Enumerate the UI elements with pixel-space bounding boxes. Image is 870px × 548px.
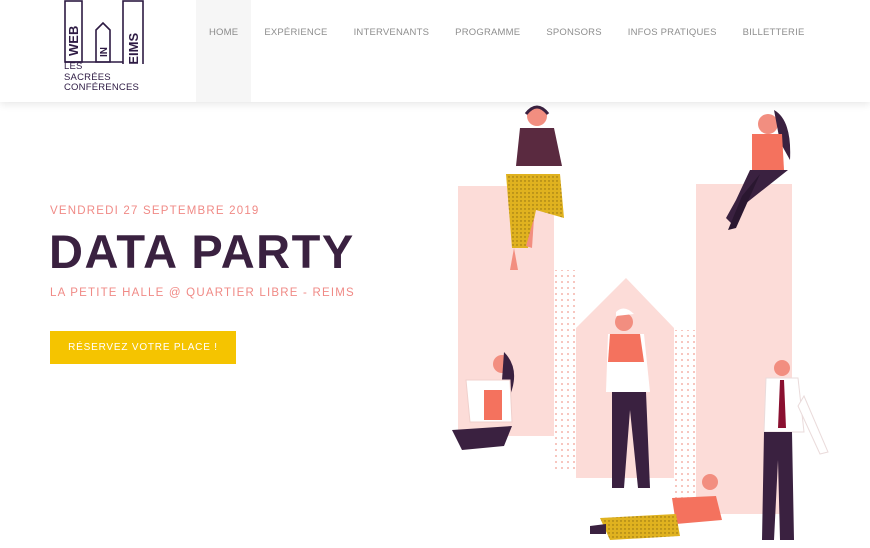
event-title: DATA PARTY — [49, 225, 355, 278]
reserve-place-button[interactable]: RÉSERVEZ VOTRE PLACE ! — [50, 331, 236, 364]
logo-word-reims: REIMS — [126, 33, 141, 65]
event-venue: LA PETITE HALLE @ QUARTIER LIBRE - REIMS — [50, 287, 355, 299]
event-date: VENDREDI 27 SEPTEMBRE 2019 — [50, 205, 260, 217]
site-header: WEB IN REIMS LES SACRÉES CONFÉRENCES HOM… — [0, 0, 870, 102]
people-on-bars-illustration — [452, 105, 829, 540]
nav-item-programme[interactable]: PROGRAMME — [442, 0, 533, 102]
nav-item-infos-pratiques[interactable]: INFOS PRATIQUES — [615, 0, 730, 102]
logo-subtitle-line: LES — [64, 61, 83, 72]
nav-item-experience[interactable]: EXPÉRIENCE — [251, 0, 340, 102]
person-standing-tie — [762, 360, 829, 540]
logo-word-in: IN — [99, 47, 110, 57]
nav-item-intervenants[interactable]: INTERVENANTS — [341, 0, 443, 102]
hero-illustration — [440, 100, 870, 548]
logo-mark-icon: WEB IN REIMS — [64, 0, 144, 82]
web-in-reims-logo[interactable]: WEB IN REIMS LES SACRÉES CONFÉRENCES — [62, 0, 148, 102]
main-nav: HOME EXPÉRIENCE INTERVENANTS PROGRAMME S… — [196, 0, 818, 102]
logo-subtitle: LES SACRÉES CONFÉRENCES — [64, 61, 154, 94]
nav-item-billetterie[interactable]: BILLETTERIE — [730, 0, 818, 102]
logo-subtitle-line: CONFÉRENCES — [64, 82, 140, 93]
logo-word-web: WEB — [66, 26, 81, 56]
nav-item-sponsors[interactable]: SPONSORS — [533, 0, 614, 102]
nav-item-home[interactable]: HOME — [196, 0, 252, 102]
